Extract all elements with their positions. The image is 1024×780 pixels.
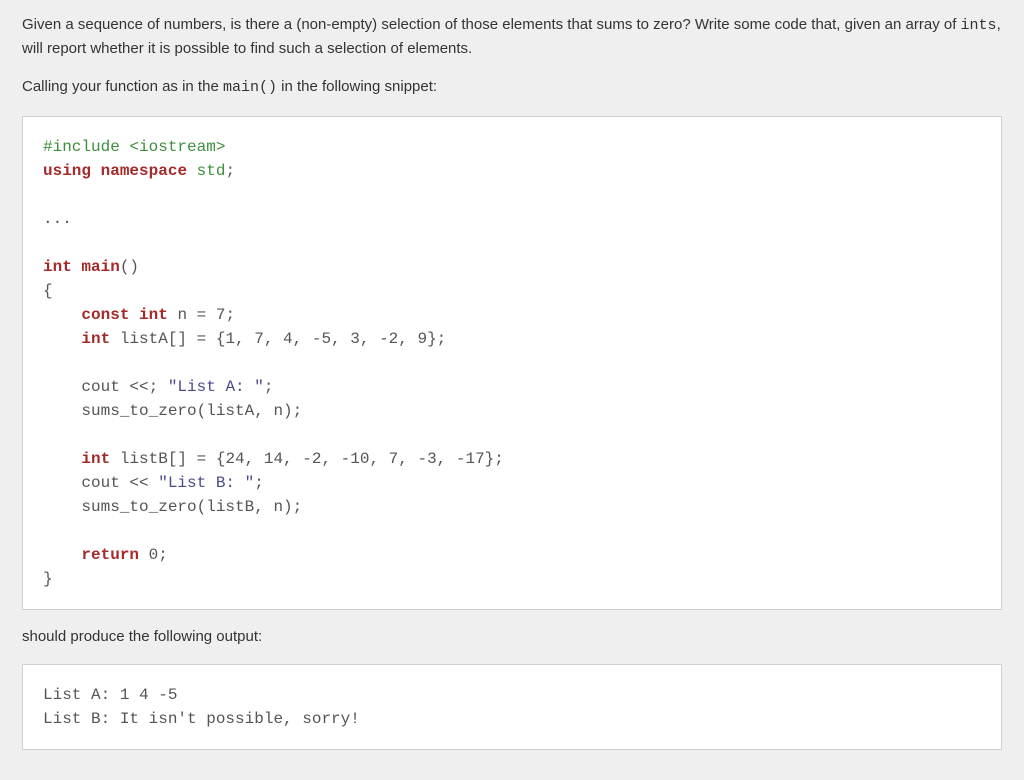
code-token: namespace [101,162,187,180]
para2-inline-code: main() [223,79,277,96]
code-token: ; [225,162,235,180]
code-token: "List B: " [158,474,254,492]
code-token: cout <<; [43,378,168,396]
code-token: listB[] = {24, 14, -2, -10, 7, -3, -17}; [110,450,504,468]
code-token: return [81,546,139,564]
code-token: ; [254,474,264,492]
code-token: sums_to_zero(listA, n); [43,402,302,420]
code-token: <iostream> [129,138,225,156]
para1-text-1: Given a sequence of numbers, is there a … [22,16,961,33]
para2-text-2: in the following snippet: [277,78,437,95]
code-token [43,546,81,564]
code-token: int [139,306,168,324]
code-token: int [81,450,110,468]
code-token: main [81,258,119,276]
code-token: cout << [43,474,158,492]
code-token: using [43,162,91,180]
code-token [43,450,81,468]
code-token: std [197,162,226,180]
paragraph-1: Given a sequence of numbers, is there a … [22,14,1002,60]
code-block-snippet: #include <iostream> using namespace std;… [22,116,1002,610]
para2-text-1: Calling your function as in the [22,78,223,95]
code-token: { [43,282,53,300]
code-token: sums_to_zero(listB, n); [43,498,302,516]
code-token: 0; [139,546,168,564]
code-token: #include [43,138,129,156]
code-block-output: List A: 1 4 -5 List B: It isn't possible… [22,664,1002,750]
code-token: ... [43,210,72,228]
code-token: () [120,258,139,276]
code-token: } [43,570,53,588]
code-token [43,330,81,348]
code-token: int [43,258,72,276]
output-line-1: List A: 1 4 -5 [43,686,177,704]
para1-inline-code: ints [961,17,997,34]
code-token: "List A: " [168,378,264,396]
code-token: int [81,330,110,348]
paragraph-2: Calling your function as in the main() i… [22,76,1002,100]
code-token: n = 7; [168,306,235,324]
code-token: const [81,306,129,324]
code-token [43,306,81,324]
code-token: listA[] = {1, 7, 4, -5, 3, -2, 9}; [110,330,446,348]
paragraph-3: should produce the following output: [22,626,1002,649]
code-token: ; [264,378,274,396]
